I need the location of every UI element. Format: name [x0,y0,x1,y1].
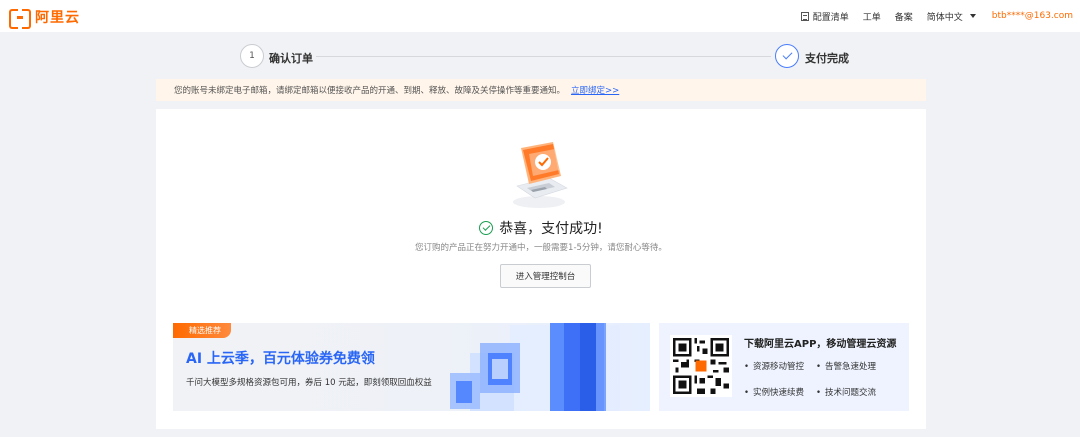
result-card: 恭喜，支付成功! 您订购的产品正在努力开通中，一般需要1-5分钟，请您耐心等待。… [156,109,926,429]
success-heading: 恭喜，支付成功! [156,218,926,238]
step-2-label: 支付完成 [805,52,849,65]
check-icon [782,49,792,60]
promo-artwork [430,323,650,411]
language-select[interactable]: 简体中文 [927,10,976,23]
top-navbar: 阿里云 配置清单 工单 备案 简体中文 btb****@163.com [0,0,1080,32]
app-feature-item: 实例快速续费 [744,386,816,398]
promo-title: AI 上云季，百元体验券免费领 [186,351,375,367]
promo-tag: 精选推荐 [173,323,231,338]
go-console-button[interactable]: 进入管理控制台 [500,264,591,288]
step-1-circle: 1 [240,44,264,68]
user-account[interactable]: btb****@163.com [992,11,1073,21]
app-qr-code [670,335,732,397]
language-label: 简体中文 [926,12,963,23]
step-2-circle [775,44,799,68]
nav-icp[interactable]: 备案 [895,10,913,23]
nav-ticket[interactable]: 工单 [863,10,881,23]
notice-text: 您的账号未绑定电子邮箱，请绑定邮箱以便接收产品的开通、到期、释放、故障及关停操作… [174,86,566,96]
order-steps: 1 确认订单 支付完成 [0,32,1080,78]
list-icon [800,11,809,21]
app-panel-title: 下载阿里云APP，移动管理云资源 [744,339,897,350]
nav-menu: 配置清单 工单 备案 简体中文 btb****@163.com [787,0,1073,32]
success-subtitle: 您订购的产品正在努力开通中，一般需要1-5分钟，请您耐心等待。 [415,243,667,253]
app-feature-list: 资源移动管控 告警急速处理 实例快速续费 技术问题交流 [744,360,904,398]
aliyun-logo[interactable]: 阿里云 [9,7,80,29]
user-email: btb****@163.com [991,11,1073,21]
app-download-panel: 下载阿里云APP，移动管理云资源 资源移动管控 告警急速处理 实例快速续费 技术… [659,323,909,411]
logo-text: 阿里云 [35,10,80,26]
nav-ticket-label: 工单 [862,12,881,23]
success-title: 恭喜，支付成功! [499,221,603,237]
app-feature-item: 告警急速处理 [816,360,896,372]
nav-icp-label: 备案 [894,12,913,23]
bind-now-link[interactable]: 立即绑定>> [571,84,619,96]
nav-config-list-label: 配置清单 [812,12,849,23]
aliyun-logo-icon [9,9,31,29]
payment-success-illustration [509,142,575,210]
step-1-number: 1 [249,51,255,61]
email-bind-notice: 您的账号未绑定电子邮箱，请绑定邮箱以便接收产品的开通、到期、释放、故障及关停操作… [156,79,926,101]
nav-config-list[interactable]: 配置清单 [800,10,849,23]
app-feature-item: 技术问题交流 [816,386,896,398]
chevron-down-icon [969,14,976,18]
app-feature-item: 资源移动管控 [744,360,816,372]
step-1-label: 确认订单 [269,52,313,65]
promo-description: 千问大模型多规格资源包可用，券后 10 元起，即刻领取回血权益 [186,378,432,388]
check-circle-icon [479,221,494,235]
step-connector [316,56,771,57]
promo-banner[interactable]: 精选推荐 AI 上云季，百元体验券免费领 千问大模型多规格资源包可用，券后 10… [173,323,650,411]
